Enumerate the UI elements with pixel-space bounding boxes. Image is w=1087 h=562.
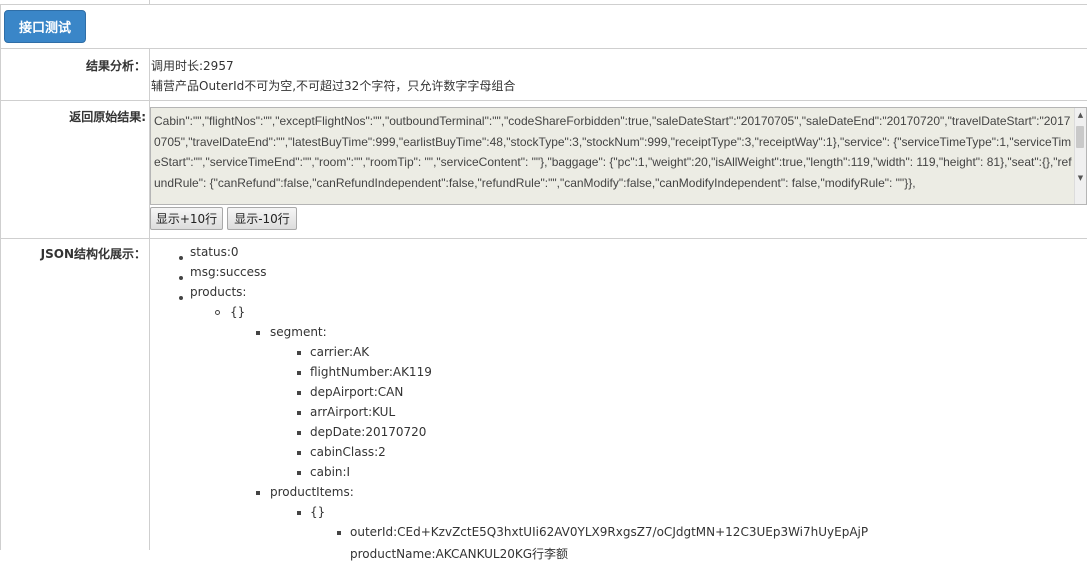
square-bullet-icon bbox=[297, 511, 301, 515]
square-bullet-icon bbox=[297, 451, 301, 455]
row-divider bbox=[0, 238, 1087, 239]
left-border bbox=[0, 4, 1, 550]
show-more-lines-button[interactable]: 显示+10行 bbox=[150, 207, 223, 230]
circle-bullet-icon bbox=[215, 310, 220, 315]
square-bullet-icon bbox=[297, 471, 301, 475]
square-bullet-icon bbox=[297, 411, 301, 415]
tree-node-item-object: {} bbox=[310, 505, 326, 519]
square-bullet-icon bbox=[256, 491, 260, 495]
result-message: 辅营产品OuterId不可为空,不可超过32个字符，只允许数字字母组合 bbox=[151, 79, 516, 93]
tree-node-product-items: productItems: bbox=[270, 485, 354, 499]
row-divider bbox=[0, 48, 1087, 49]
raw-result-label: 返回原始结果: bbox=[69, 110, 146, 124]
show-fewer-lines-button[interactable]: 显示-10行 bbox=[227, 207, 297, 230]
call-duration: 调用时长:2957 bbox=[151, 59, 234, 73]
tree-node-product-object: {} bbox=[230, 305, 246, 319]
tree-node-cabin: cabin:I bbox=[310, 465, 351, 479]
tree-node-status: status:0 bbox=[190, 245, 239, 259]
scroll-thumb[interactable] bbox=[1076, 126, 1084, 148]
tree-node-outer-id: outerId:CEd+KzvZctE5Q3hxtUIi62AV0YLX9Rxg… bbox=[350, 525, 869, 539]
raw-result-textarea[interactable]: Cabin":"","flightNos":"","exceptFlightNo… bbox=[150, 107, 1087, 205]
tree-node-product-name: productName:AKCANKUL20KG行李额 bbox=[350, 547, 569, 561]
disc-bullet-icon bbox=[179, 296, 183, 300]
scroll-down-icon[interactable]: ▼ bbox=[1076, 174, 1085, 183]
scroll-up-icon[interactable]: ▲ bbox=[1076, 111, 1085, 120]
square-bullet-icon bbox=[297, 431, 301, 435]
square-bullet-icon bbox=[256, 331, 260, 335]
tree-node-cabin-class: cabinClass:2 bbox=[310, 445, 386, 459]
tree-node-arr-airport: arrAirport:KUL bbox=[310, 405, 396, 419]
square-bullet-icon bbox=[297, 391, 301, 395]
tree-node-dep-date: depDate:20170720 bbox=[310, 425, 427, 439]
raw-result-text: Cabin":"","flightNos":"","exceptFlightNo… bbox=[154, 114, 1072, 190]
row-divider bbox=[0, 100, 1087, 101]
result-analysis-label: 结果分析： bbox=[85, 59, 146, 73]
square-bullet-icon bbox=[297, 371, 301, 375]
raw-result-scrollbar[interactable]: ▲ ▼ bbox=[1074, 108, 1086, 204]
row-divider bbox=[0, 4, 1087, 5]
tree-node-products: products: bbox=[190, 285, 247, 299]
square-bullet-icon bbox=[337, 531, 341, 535]
disc-bullet-icon bbox=[179, 256, 183, 260]
tree-node-flight-number: flightNumber:AK119 bbox=[310, 365, 432, 379]
tree-node-segment: segment: bbox=[270, 325, 327, 339]
tree-node-msg: msg:success bbox=[190, 265, 267, 279]
json-tree-label: JSON结构化展示： bbox=[40, 247, 146, 261]
tree-node-carrier: carrier:AK bbox=[310, 345, 370, 359]
api-test-button[interactable]: 接口测试 bbox=[4, 10, 86, 43]
tree-node-dep-airport: depAirport:CAN bbox=[310, 385, 404, 399]
disc-bullet-icon bbox=[179, 276, 183, 280]
square-bullet-icon bbox=[297, 351, 301, 355]
